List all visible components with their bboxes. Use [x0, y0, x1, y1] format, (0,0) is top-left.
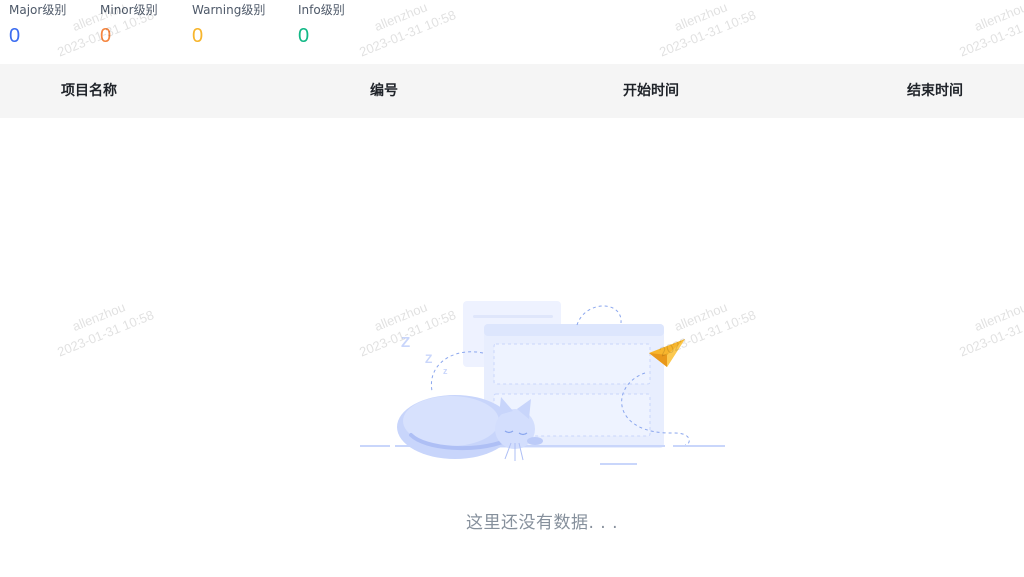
stat-warning-label: Warning级别	[192, 3, 266, 17]
stat-major-value: 0	[9, 25, 21, 47]
severity-stats: Major级别 0 Minor级别 0 Warning级别 0 Info级别 0	[0, 0, 1024, 64]
watermark: allenzhou2023-01-31 10:58	[957, 299, 1024, 360]
stat-info: Info级别 0	[298, 2, 345, 50]
svg-text:z: z	[443, 366, 448, 376]
stat-info-label: Info级别	[298, 3, 345, 17]
stat-minor-value: 0	[100, 25, 112, 47]
column-header-project-name[interactable]: 项目名称	[61, 64, 117, 118]
stat-warning: Warning级别 0	[192, 2, 265, 50]
stat-minor-label: Minor级别	[100, 3, 158, 17]
empty-state-illustration: Z Z z	[360, 301, 725, 465]
stat-major: Major级别 0	[9, 2, 66, 50]
stat-major-label: Major级别	[9, 3, 67, 17]
table-header: 项目名称 编号 开始时间 结束时间	[0, 64, 1024, 118]
column-header-start-time[interactable]: 开始时间	[623, 64, 679, 118]
svg-text:Z: Z	[401, 334, 410, 351]
column-header-number[interactable]: 编号	[370, 64, 398, 118]
watermark: allenzhou2023-01-31 10:58	[55, 299, 156, 360]
stat-info-value: 0	[298, 25, 310, 47]
stat-warning-value: 0	[192, 25, 204, 47]
svg-text:Z: Z	[425, 352, 432, 366]
empty-state-message: 这里还没有数据. . .	[465, 513, 619, 533]
column-header-end-time[interactable]: 结束时间	[907, 64, 963, 118]
stat-minor: Minor级别 0	[100, 2, 158, 50]
